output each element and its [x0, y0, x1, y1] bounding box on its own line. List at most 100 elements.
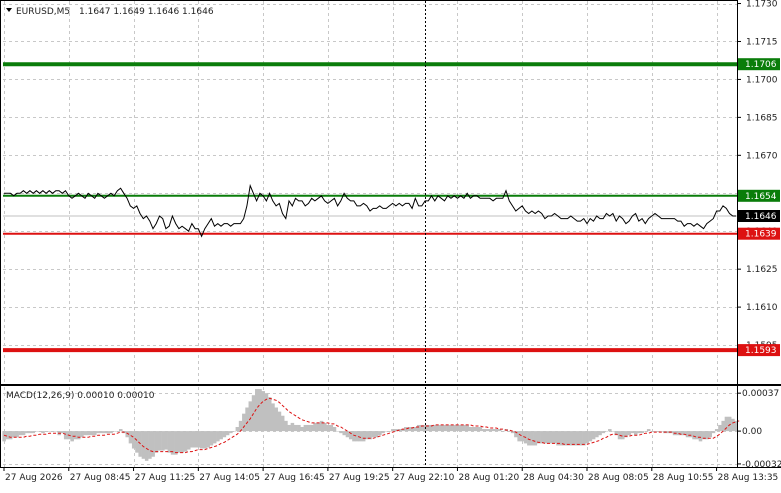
macd-bar-49	[161, 431, 165, 451]
macd-bar-222	[721, 420, 725, 432]
macd-bar-215	[698, 431, 703, 442]
macd-bar-89	[290, 422, 295, 432]
macd-bar-75	[245, 407, 249, 432]
macd-bar-156	[507, 431, 512, 432]
macd-bar-61	[199, 431, 204, 449]
macd-bar-176	[572, 431, 576, 446]
macd-bar-136	[442, 424, 447, 432]
macd-bar-53	[174, 431, 178, 455]
level-tag-1.1646: 1.1646	[745, 212, 777, 222]
macd-bar-58	[190, 431, 194, 448]
macd-bar-64	[209, 431, 214, 446]
x-tick-label-9: 28 Aug 08:05	[588, 473, 649, 483]
macd-bar-213	[692, 431, 696, 440]
macd-bar-139	[452, 424, 457, 432]
ohlc-readout: 1.1647 1.1649 1.1646 1.1646	[79, 7, 214, 17]
level-tag-1.1654: 1.1654	[745, 192, 777, 202]
macd-bar-33	[109, 431, 113, 434]
macd-bar-43	[141, 431, 146, 459]
macd-bar-151	[491, 429, 495, 432]
macd-bar-191	[621, 431, 625, 440]
macd-bar-45	[148, 431, 152, 459]
macd-bar-63	[206, 431, 210, 448]
macd-bar-96	[313, 422, 317, 432]
macd-bar-16	[54, 431, 58, 432]
macd-bar-144	[468, 427, 473, 432]
macd-bar-162	[527, 431, 531, 446]
macd-y-tick-label-2: -0.00032	[742, 460, 781, 470]
macd-bar-168	[546, 431, 551, 444]
macd-bar-51	[167, 431, 172, 453]
macd-bar-47	[154, 431, 159, 453]
macd-bar-148	[481, 429, 486, 432]
macd-bar-27	[89, 431, 94, 436]
macd-bar-44	[144, 431, 149, 461]
macd-bar-170	[553, 431, 557, 444]
macd-bar-71	[232, 431, 236, 432]
macd-bar-29	[96, 431, 100, 434]
macd-bar-198	[643, 431, 648, 432]
macd-bar-15	[50, 431, 55, 432]
macd-bar-70	[229, 431, 233, 434]
y-tick-label-4: 1.1670	[746, 151, 778, 161]
chart-svg[interactable]: 1.17301.17151.17001.16851.16701.16551.16…	[0, 0, 781, 489]
macd-bar-5	[18, 431, 23, 436]
macd-y-tick-label-0: 0.00037	[742, 389, 779, 399]
macd-bar-152	[494, 429, 499, 432]
macd-bar-93	[303, 424, 308, 432]
macd-bar-194	[630, 431, 635, 434]
macd-bar-28	[93, 431, 97, 436]
macd-bar-94	[306, 424, 311, 432]
macd-bar-69	[225, 431, 230, 436]
macd-bar-196	[637, 431, 641, 434]
macd-bar-30	[99, 431, 104, 434]
macd-bar-68	[222, 431, 227, 438]
macd-bar-114	[371, 431, 376, 438]
macd-bar-120	[391, 429, 395, 432]
macd-bar-193	[627, 431, 632, 436]
macd-bar-183	[595, 431, 599, 438]
macd-bar-138	[449, 424, 453, 432]
macd-bar-135	[439, 424, 444, 432]
macd-bar-90	[293, 424, 298, 432]
level-tag-1.1639: 1.1639	[745, 230, 777, 240]
y-tick-label-2: 1.1700	[746, 75, 778, 85]
macd-bar-23	[76, 431, 81, 440]
macd-bar-214	[695, 431, 700, 440]
macd-bar-99	[323, 422, 327, 432]
macd-bar-101	[329, 424, 334, 432]
macd-bar-111	[361, 431, 366, 442]
macd-bar-67	[219, 431, 223, 440]
macd-bar-142	[462, 424, 466, 432]
macd-bar-62	[203, 431, 207, 449]
macd-bar-35	[115, 431, 120, 432]
macd-bar-201	[653, 431, 657, 432]
macd-bar-79	[258, 389, 262, 432]
macd-bar-140	[455, 424, 460, 432]
macd-y-tick-label-1: 0.00	[742, 427, 762, 437]
macd-bar-66	[216, 431, 220, 442]
macd-title: MACD(12,26,9) 0.00010 0.00010	[6, 391, 155, 401]
macd-bar-141	[459, 424, 463, 432]
macd-bar-22	[73, 431, 78, 440]
macd-bar-34	[112, 431, 117, 432]
macd-bar-84	[274, 407, 278, 432]
macd-bar-86	[280, 415, 285, 432]
macd-bar-41	[135, 431, 139, 453]
x-tick-label-5: 27 Aug 19:25	[329, 473, 390, 483]
macd-bar-174	[565, 431, 570, 446]
macd-bar-203	[659, 431, 664, 432]
macd-bar-91	[297, 424, 301, 432]
macd-bar-179	[582, 431, 586, 446]
macd-bar-146	[475, 427, 479, 432]
macd-bar-14	[47, 431, 52, 432]
macd-bar-12	[41, 431, 45, 434]
macd-bar-80	[261, 391, 266, 432]
macd-bar-150	[488, 429, 492, 432]
x-tick-label-4: 27 Aug 16:45	[264, 473, 325, 483]
y-tick-label-3: 1.1685	[746, 113, 778, 123]
macd-bar-1	[5, 431, 10, 440]
macd-bar-82	[267, 397, 272, 432]
macd-bar-105	[342, 431, 346, 436]
chart-area[interactable]: 1.17301.17151.17001.16851.16701.16551.16…	[0, 0, 781, 489]
